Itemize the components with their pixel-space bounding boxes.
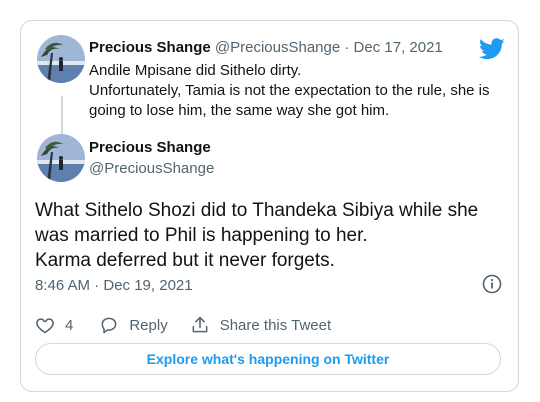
parent-text-line: Andile Mpisane did Sithelo dirty. xyxy=(89,62,302,79)
main-tweet-text: What Sithelo Shozi did to Thandeka Sibiy… xyxy=(35,198,505,273)
main-text-line: was married to Phil is happening to her. xyxy=(35,225,368,246)
parent-tweet-text: Andile Mpisane did Sithelo dirty. Unfort… xyxy=(89,61,509,121)
like-button[interactable]: 4 xyxy=(35,315,73,335)
parent-tweet-date[interactable]: Dec 17, 2021 xyxy=(354,39,443,56)
main-author-avatar[interactable] xyxy=(37,134,85,182)
main-text-line: Karma deferred but it never forgets. xyxy=(35,250,335,271)
parent-tweet-header: Precious Shange @PreciousShange · Dec 17… xyxy=(89,39,443,56)
explore-twitter-button[interactable]: Explore what's happening on Twitter xyxy=(35,343,501,375)
tweet-actions: 4 Reply Share this Tweet xyxy=(35,314,331,336)
parent-author-name[interactable]: Precious Shange xyxy=(89,39,211,56)
main-text-line: What Sithelo Shozi did to Thandeka Sibiy… xyxy=(35,200,479,221)
main-author-handle[interactable]: @PreciousShange xyxy=(89,160,214,177)
tweet-timestamp[interactable]: 8:46 AM · Dec 19, 2021 xyxy=(35,277,193,294)
share-icon xyxy=(192,316,208,333)
twitter-bird-icon[interactable] xyxy=(479,38,505,60)
reply-label: Reply xyxy=(129,316,168,334)
parent-text-line: Unfortunately, Tamia is not the expectat… xyxy=(89,82,490,119)
share-button[interactable]: Share this Tweet xyxy=(190,315,331,335)
main-author-name[interactable]: Precious Shange xyxy=(89,139,211,156)
parent-author-avatar[interactable] xyxy=(37,35,85,83)
reply-button[interactable]: Reply xyxy=(99,315,168,335)
share-label: Share this Tweet xyxy=(219,316,332,334)
like-count: 4 xyxy=(65,316,74,334)
thread-connector-line xyxy=(61,96,63,136)
avatar-image xyxy=(37,35,85,83)
header-separator: · xyxy=(344,39,350,56)
reply-icon xyxy=(101,317,117,334)
parent-author-handle[interactable]: @PreciousShange xyxy=(215,39,340,56)
avatar-image xyxy=(37,134,85,182)
embedded-tweet-card: Precious Shange @PreciousShange · Dec 17… xyxy=(20,20,519,392)
heart-icon xyxy=(36,318,54,334)
info-icon[interactable] xyxy=(482,274,502,294)
